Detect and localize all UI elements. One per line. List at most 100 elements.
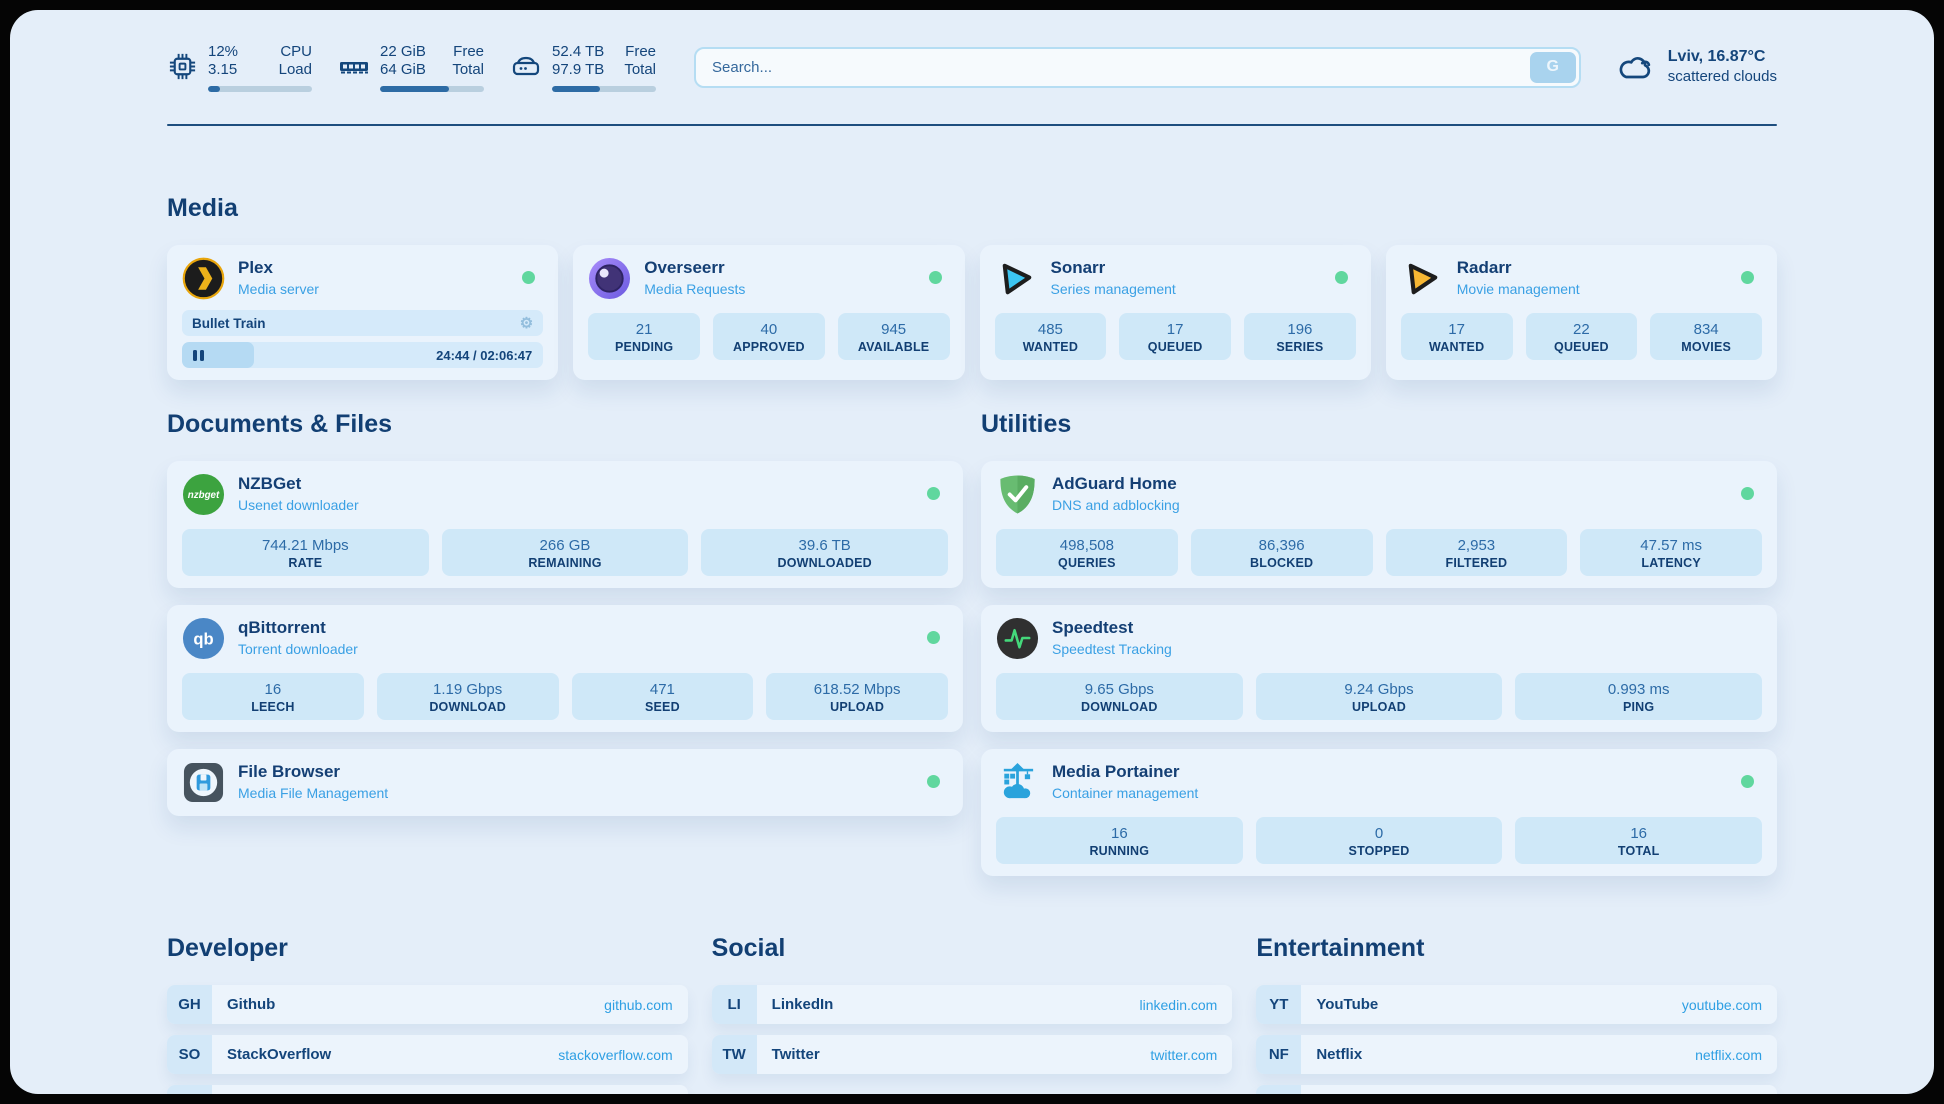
stat-value: 22 — [1530, 320, 1634, 339]
stat-value: 618.52 Mbps — [770, 680, 944, 699]
search-engine-button[interactable]: G — [1530, 52, 1576, 83]
stat-label: UPLOAD — [770, 700, 944, 714]
app-title: Speedtest — [1052, 618, 1172, 638]
stat-value: 485 — [999, 320, 1103, 339]
app-title: File Browser — [238, 762, 388, 782]
status-dot — [1741, 271, 1754, 284]
playback-progress-bar[interactable]: 24:44 / 02:06:47 — [182, 342, 543, 368]
link-row-github[interactable]: GH Github github.com — [167, 985, 688, 1024]
stat-value: 196 — [1248, 320, 1352, 339]
app-title: Radarr — [1457, 258, 1580, 278]
link-abbr-badge: RE — [1256, 1085, 1301, 1094]
app-title: Overseerr — [644, 258, 745, 278]
stat-box: 945 AVAILABLE — [838, 313, 950, 360]
plex-icon — [182, 257, 225, 300]
card-sonarr[interactable]: Sonarr Series management 485 WANTED 17 Q… — [980, 245, 1371, 380]
stat-label: TOTAL — [1519, 844, 1758, 858]
card-portainer[interactable]: Media Portainer Container management 16 … — [981, 749, 1777, 876]
stat-box: 39.6 TB DOWNLOADED — [701, 529, 948, 576]
stat-box: 9.24 Gbps UPLOAD — [1256, 673, 1503, 720]
link-row-netflix[interactable]: NF Netflix netflix.com — [1256, 1035, 1777, 1074]
stat-box: 21 PENDING — [588, 313, 700, 360]
card-radarr[interactable]: Radarr Movie management 17 WANTED 22 QUE… — [1386, 245, 1777, 380]
stat-label: RATE — [186, 556, 425, 570]
ram-stat-widget: 22 GiB 64 GiB Free Total — [338, 43, 484, 92]
stat-label: AVAILABLE — [842, 340, 946, 354]
portainer-icon — [996, 761, 1039, 804]
stat-label: LEECH — [186, 700, 360, 714]
search-input[interactable] — [694, 47, 1581, 88]
app-subtitle: Media Requests — [644, 279, 745, 299]
card-plex[interactable]: Plex Media server Bullet Train ⚙ 24:44 /… — [167, 245, 558, 380]
stat-box: 40 APPROVED — [713, 313, 825, 360]
header-divider — [167, 124, 1777, 126]
cpu-icon — [167, 51, 198, 82]
utilities-column: Utilities AdGuard Home DNS and adblockin… — [981, 410, 1777, 876]
stat-label: DOWNLOAD — [1000, 700, 1239, 714]
link-name: StackOverflow — [227, 1046, 331, 1063]
link-url: youtube.com — [1682, 997, 1762, 1013]
link-row-reddit[interactable]: RE Reddit reddit.com — [1256, 1085, 1777, 1094]
app-title: AdGuard Home — [1052, 474, 1180, 494]
stat-box: 17 WANTED — [1401, 313, 1513, 360]
nzbget-icon: nzbget — [182, 473, 225, 516]
media-cards-row: Plex Media server Bullet Train ⚙ 24:44 /… — [167, 245, 1777, 380]
link-row-stackoverflow[interactable]: SO StackOverflow stackoverflow.com — [167, 1035, 688, 1074]
stat-value: 0 — [1260, 824, 1499, 843]
link-row-linkedin[interactable]: LI LinkedIn linkedin.com — [712, 985, 1233, 1024]
card-overseerr[interactable]: Overseerr Media Requests 21 PENDING 40 A… — [573, 245, 964, 380]
filebrowser-icon — [182, 761, 225, 804]
status-dot — [1741, 487, 1754, 500]
app-subtitle: Usenet downloader — [238, 495, 359, 515]
link-row-twitter[interactable]: TW Twitter twitter.com — [712, 1035, 1233, 1074]
card-qbittorrent[interactable]: qb qBittorrent Torrent downloader 16 LEE… — [167, 605, 963, 732]
app-subtitle: Speedtest Tracking — [1052, 639, 1172, 659]
gear-icon[interactable]: ⚙ — [520, 316, 533, 331]
weather-condition: scattered clouds — [1668, 67, 1777, 87]
section-title-entertainment: Entertainment — [1256, 934, 1777, 963]
stat-label: MOVIES — [1654, 340, 1758, 354]
link-abbr-badge: LI — [712, 985, 757, 1024]
app-title: Media Portainer — [1052, 762, 1198, 782]
ram-usage-bar — [380, 86, 484, 92]
stat-label: PING — [1519, 700, 1758, 714]
stat-value: 21 — [592, 320, 696, 339]
section-title-media: Media — [167, 194, 1777, 223]
link-name: Twitter — [772, 1046, 820, 1063]
card-adguard[interactable]: AdGuard Home DNS and adblocking 498,508 … — [981, 461, 1777, 588]
app-title: Plex — [238, 258, 319, 278]
disk-usage-bar — [552, 86, 656, 92]
card-nzbget[interactable]: nzbget NZBGet Usenet downloader 744.21 M… — [167, 461, 963, 588]
app-subtitle: Container management — [1052, 783, 1198, 803]
link-row-youtube[interactable]: YT YouTube youtube.com — [1256, 985, 1777, 1024]
playback-time: 24:44 / 02:06:47 — [436, 348, 532, 363]
stat-label: WANTED — [1405, 340, 1509, 354]
stat-label: LATENCY — [1584, 556, 1758, 570]
stat-box: 17 QUEUED — [1119, 313, 1231, 360]
link-abbr-badge: DT — [167, 1085, 212, 1094]
link-name: LinkedIn — [772, 996, 834, 1013]
cpu-load-value: 3.15 — [208, 61, 238, 79]
now-playing-row: Bullet Train ⚙ — [182, 310, 543, 336]
pause-icon — [193, 350, 204, 361]
stat-value: 9.24 Gbps — [1260, 680, 1499, 699]
stat-label: QUEUED — [1530, 340, 1634, 354]
card-speedtest[interactable]: Speedtest Speedtest Tracking 9.65 Gbps D… — [981, 605, 1777, 732]
stat-box: 834 MOVIES — [1650, 313, 1762, 360]
stat-box: 16 LEECH — [182, 673, 364, 720]
cpu-load-label: Load — [279, 61, 312, 79]
link-row-dev[interactable]: DT DEV dev.to — [167, 1085, 688, 1094]
link-url: stackoverflow.com — [558, 1047, 672, 1063]
stat-label: STOPPED — [1260, 844, 1499, 858]
card-filebrowser[interactable]: File Browser Media File Management — [167, 749, 963, 816]
stat-value: 1.19 Gbps — [381, 680, 555, 699]
status-dot — [1741, 775, 1754, 788]
section-title-social: Social — [712, 934, 1233, 963]
disk-icon — [510, 51, 542, 83]
svg-text:nzbget: nzbget — [188, 490, 220, 501]
stat-label: SERIES — [1248, 340, 1352, 354]
link-url: linkedin.com — [1140, 997, 1218, 1013]
disk-total-value: 97.9 TB — [552, 61, 604, 79]
speedtest-icon — [996, 617, 1039, 660]
stat-box: 1.19 Gbps DOWNLOAD — [377, 673, 559, 720]
